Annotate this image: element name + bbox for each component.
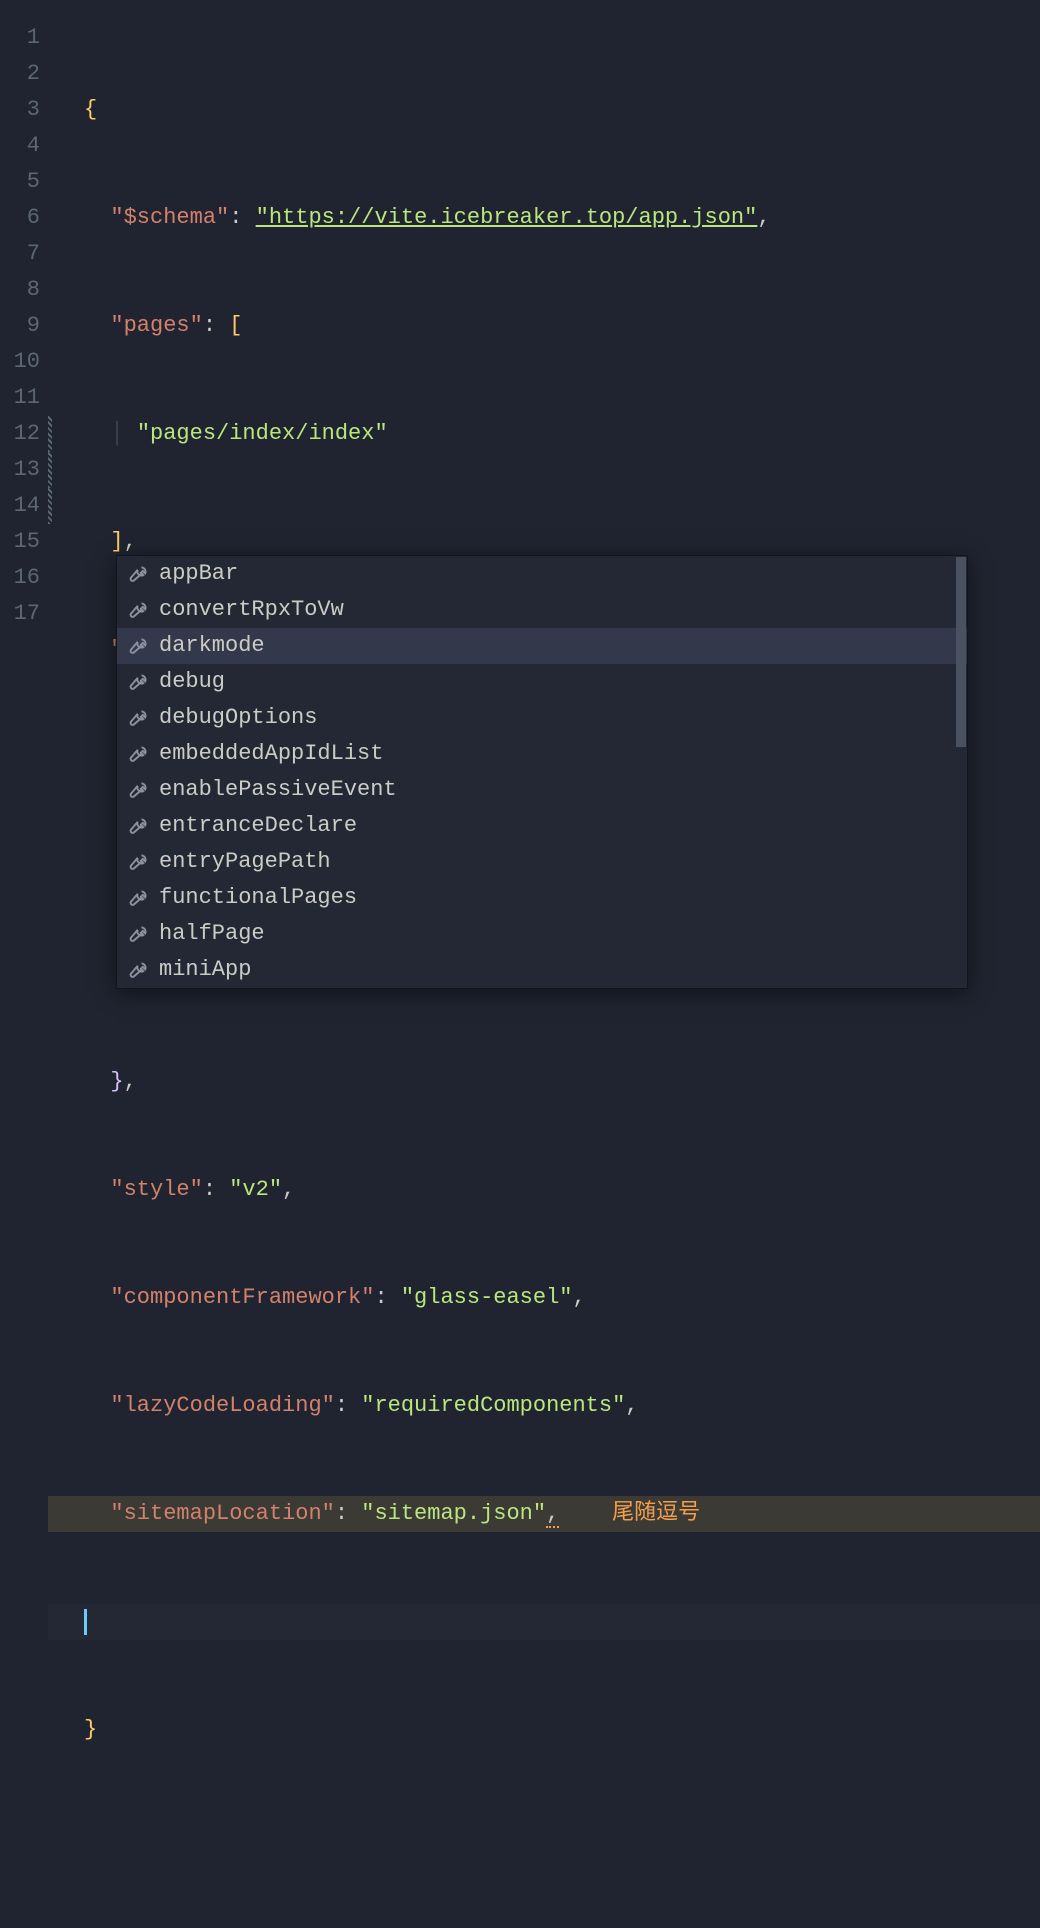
suggest-item[interactable]: entryPagePath — [117, 844, 967, 880]
code-line: "componentFramework": "glass-easel", — [84, 1280, 1040, 1316]
line-number: 9 — [0, 308, 48, 344]
code-line — [84, 1820, 1040, 1856]
suggest-item[interactable]: embeddedAppIdList — [117, 736, 967, 772]
suggest-item[interactable]: darkmode — [117, 628, 967, 664]
code-line: { — [84, 92, 1040, 128]
line-number: 15 — [0, 524, 48, 560]
suggest-item-label: miniApp — [159, 952, 251, 988]
suggest-item[interactable]: functionalPages — [117, 880, 967, 916]
suggest-item[interactable]: debugOptions — [117, 700, 967, 736]
wrench-icon — [127, 923, 149, 945]
line-number: 2 — [0, 56, 48, 92]
wrench-icon — [127, 815, 149, 837]
code-line: }, — [84, 1064, 1040, 1100]
scrollbar-thumb[interactable] — [956, 557, 966, 747]
suggest-item-label: enablePassiveEvent — [159, 772, 397, 808]
line-number: 16 — [0, 560, 48, 596]
code-line-active — [48, 1604, 1040, 1640]
code-line-highlighted: "sitemapLocation": "sitemap.json", 尾随逗号 — [48, 1496, 1040, 1532]
line-number-gutter: 1234567891011121314151617 — [0, 0, 48, 1018]
line-number: 13 — [0, 452, 48, 488]
wrench-icon — [127, 563, 149, 585]
line-number: 10 — [0, 344, 48, 380]
line-number: 7 — [0, 236, 48, 272]
line-number: 8 — [0, 272, 48, 308]
wrench-icon — [127, 599, 149, 621]
wrench-icon — [127, 671, 149, 693]
line-number: 14 — [0, 488, 48, 524]
wrench-icon — [127, 635, 149, 657]
suggest-item[interactable]: halfPage — [117, 916, 967, 952]
suggest-item-label: functionalPages — [159, 880, 357, 916]
code-line: "$schema": "https://vite.icebreaker.top/… — [84, 200, 1040, 236]
suggest-item-label: debug — [159, 664, 225, 700]
code-line: } — [84, 1712, 1040, 1748]
line-number: 1 — [0, 20, 48, 56]
suggest-item[interactable]: entranceDeclare — [117, 808, 967, 844]
suggest-item[interactable]: convertRpxToVw — [117, 592, 967, 628]
line-number: 12 — [0, 416, 48, 452]
suggest-item-label: embeddedAppIdList — [159, 736, 383, 772]
line-number: 17 — [0, 596, 48, 632]
wrench-icon — [127, 707, 149, 729]
lint-warning: 尾随逗号 — [612, 1501, 700, 1526]
suggest-item[interactable]: debug — [117, 664, 967, 700]
line-number: 11 — [0, 380, 48, 416]
wrench-icon — [127, 851, 149, 873]
line-number: 3 — [0, 92, 48, 128]
line-number: 6 — [0, 200, 48, 236]
suggest-item-label: entryPagePath — [159, 844, 331, 880]
code-line: "lazyCodeLoading": "requiredComponents", — [84, 1388, 1040, 1424]
code-line: "pages": [ — [84, 308, 1040, 344]
wrench-icon — [127, 959, 149, 981]
wrench-icon — [127, 779, 149, 801]
text-cursor — [84, 1609, 87, 1635]
code-line: │ "pages/index/index" — [84, 416, 1040, 452]
suggest-item-label: darkmode — [159, 628, 265, 664]
suggest-item-label: halfPage — [159, 916, 265, 952]
line-number: 4 — [0, 128, 48, 164]
suggest-item[interactable]: appBar — [117, 556, 967, 592]
suggest-item[interactable]: enablePassiveEvent — [117, 772, 967, 808]
suggest-item-label: debugOptions — [159, 700, 317, 736]
wrench-icon — [127, 887, 149, 909]
line-number: 5 — [0, 164, 48, 200]
intellisense-popup[interactable]: appBarconvertRpxToVwdarkmodedebugdebugOp… — [116, 555, 968, 989]
code-line: "style": "v2", — [84, 1172, 1040, 1208]
suggest-item-label: convertRpxToVw — [159, 592, 344, 628]
suggest-item-label: appBar — [159, 556, 238, 592]
suggest-item-label: entranceDeclare — [159, 808, 357, 844]
suggest-item[interactable]: miniApp — [117, 952, 967, 988]
wrench-icon — [127, 743, 149, 765]
